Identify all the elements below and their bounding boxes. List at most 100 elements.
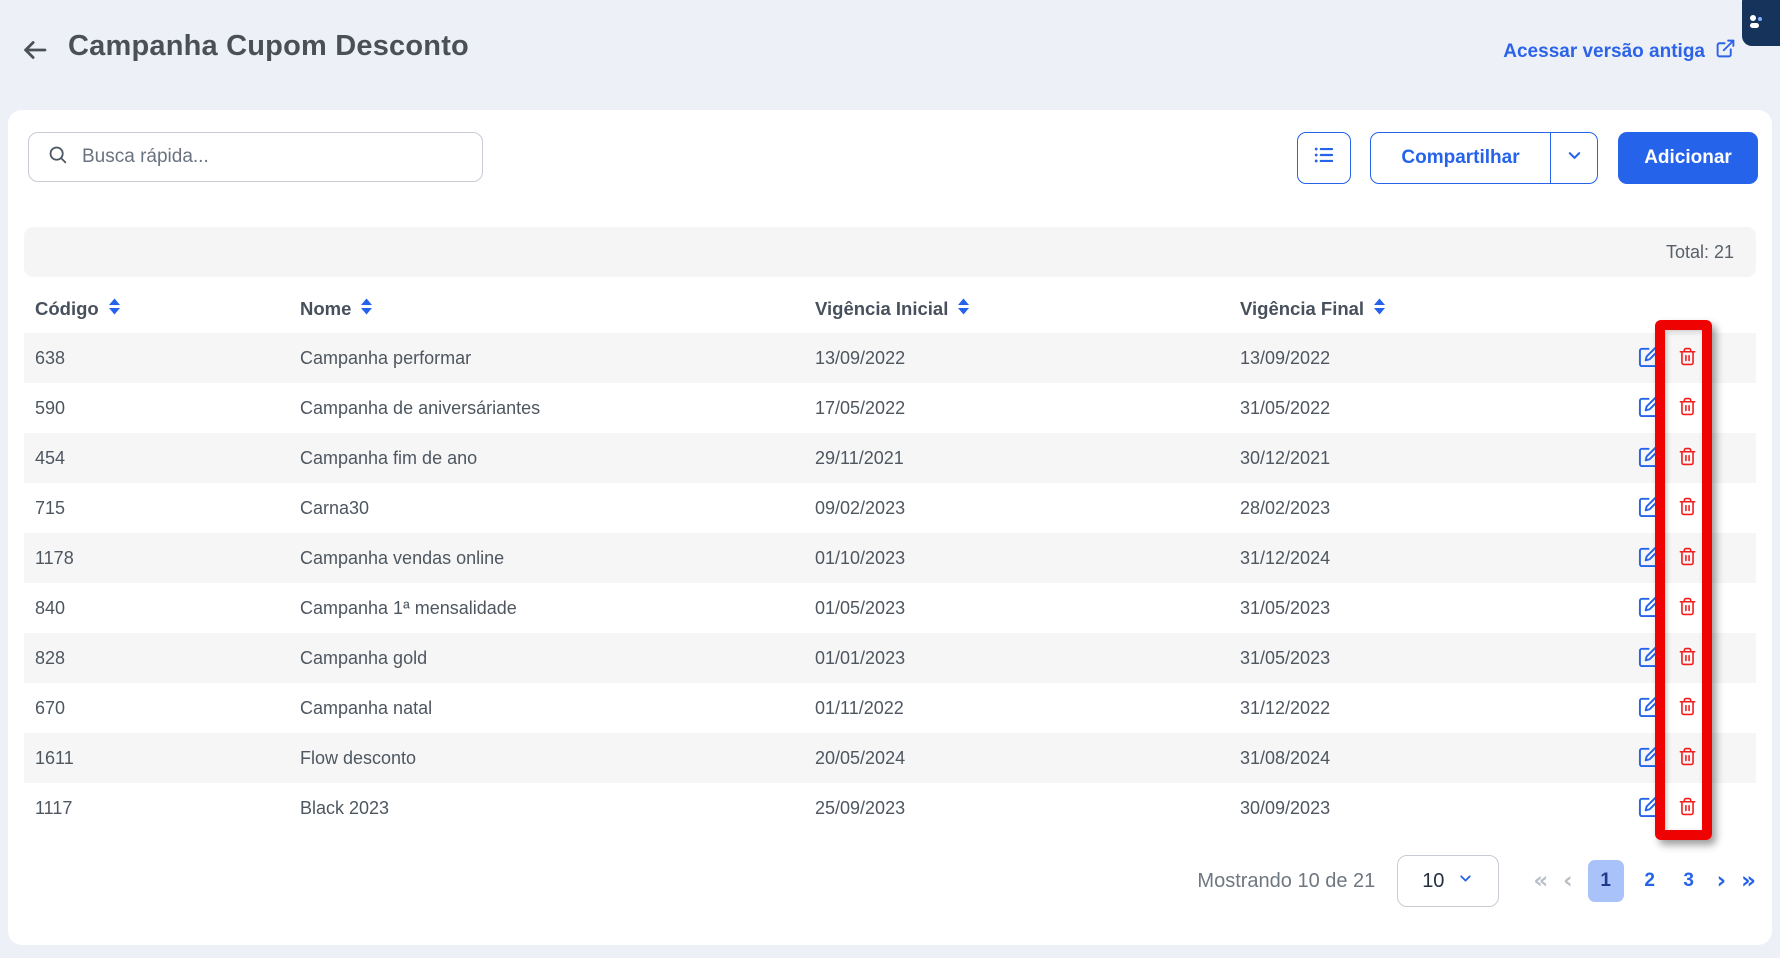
edit-button[interactable] (1638, 445, 1661, 471)
last-page-button[interactable]: » (1741, 870, 1756, 893)
edit-button[interactable] (1638, 795, 1661, 821)
pagination-page[interactable]: 1 (1588, 860, 1624, 902)
prev-page-button[interactable]: ‹ (1563, 870, 1572, 893)
next-page-button[interactable]: › (1717, 870, 1726, 893)
cell-codigo: 590 (35, 398, 300, 419)
cell-vigencia-inicial: 01/05/2023 (815, 598, 1240, 619)
trash-icon (1678, 496, 1697, 520)
trash-icon (1678, 796, 1697, 820)
edit-icon (1638, 395, 1661, 421)
page-size-select[interactable]: 10 (1397, 855, 1499, 907)
trash-icon (1678, 396, 1697, 420)
table-row: 670 Campanha natal 01/11/2022 31/12/2022 (24, 683, 1756, 733)
pagination-page[interactable]: 2 (1637, 860, 1663, 902)
trash-icon (1678, 346, 1697, 370)
cell-codigo: 715 (35, 498, 300, 519)
cell-vigencia-inicial: 13/09/2022 (815, 348, 1240, 369)
cell-vigencia-final: 30/09/2023 (1240, 798, 1638, 819)
trash-icon (1678, 446, 1697, 470)
table-row: 590 Campanha de aniversáriantes 17/05/20… (24, 383, 1756, 433)
sort-icon (108, 298, 121, 320)
edit-button[interactable] (1638, 345, 1661, 371)
edit-button[interactable] (1638, 695, 1661, 721)
column-header-nome[interactable]: Nome (300, 298, 373, 320)
pagination-page[interactable]: 3 (1676, 860, 1702, 902)
delete-button[interactable] (1678, 596, 1697, 620)
edit-button[interactable] (1638, 395, 1661, 421)
edit-icon (1638, 795, 1661, 821)
cell-codigo: 670 (35, 698, 300, 719)
cell-vigencia-final: 31/12/2022 (1240, 698, 1638, 719)
cell-vigencia-inicial: 01/01/2023 (815, 648, 1240, 669)
cell-codigo: 828 (35, 648, 300, 669)
arrow-left-icon (20, 35, 50, 68)
widget-icon (1748, 13, 1764, 36)
table-row: 1117 Black 2023 25/09/2023 30/09/2023 (24, 783, 1756, 833)
column-header-codigo[interactable]: Código (35, 298, 121, 320)
showing-label: Mostrando 10 de 21 (1197, 870, 1375, 893)
total-count: Total: 21 (1666, 242, 1734, 263)
first-page-button[interactable]: « (1533, 870, 1548, 893)
column-header-vigencia-final[interactable]: Vigência Final (1240, 298, 1386, 320)
column-header-vigencia-inicial[interactable]: Vigência Inicial (815, 298, 970, 320)
table-row: 715 Carna30 09/02/2023 28/02/2023 (24, 483, 1756, 533)
edit-button[interactable] (1638, 595, 1661, 621)
sort-icon (360, 298, 373, 320)
trash-icon (1678, 546, 1697, 570)
share-dropdown-button[interactable] (1551, 133, 1597, 183)
delete-button[interactable] (1678, 746, 1697, 770)
page-title: Campanha Cupom Desconto (68, 30, 469, 63)
cell-vigencia-final: 31/12/2024 (1240, 548, 1638, 569)
cell-nome: Black 2023 (300, 798, 815, 819)
chevron-down-icon (1565, 146, 1584, 171)
table-row: 1611 Flow desconto 20/05/2024 31/08/2024 (24, 733, 1756, 783)
edit-button[interactable] (1638, 545, 1661, 571)
edit-button[interactable] (1638, 495, 1661, 521)
edit-icon (1638, 595, 1661, 621)
cell-nome: Campanha gold (300, 648, 815, 669)
cell-vigencia-inicial: 25/09/2023 (815, 798, 1240, 819)
search-input[interactable] (82, 146, 464, 168)
cell-nome: Flow desconto (300, 748, 815, 769)
edit-button[interactable] (1638, 745, 1661, 771)
delete-button[interactable] (1678, 696, 1697, 720)
edit-icon (1638, 645, 1661, 671)
table-row: 638 Campanha performar 13/09/2022 13/09/… (24, 333, 1756, 383)
edit-icon (1638, 495, 1661, 521)
corner-widget[interactable] (1742, 0, 1780, 46)
add-button[interactable]: Adicionar (1618, 132, 1758, 184)
delete-button[interactable] (1678, 796, 1697, 820)
trash-icon (1678, 746, 1697, 770)
legacy-version-link[interactable]: Acessar versão antiga (1503, 38, 1736, 65)
cell-codigo: 454 (35, 448, 300, 469)
delete-button[interactable] (1678, 546, 1697, 570)
delete-button[interactable] (1678, 446, 1697, 470)
delete-button[interactable] (1678, 396, 1697, 420)
chevron-down-icon (1457, 870, 1474, 893)
edit-icon (1638, 745, 1661, 771)
trash-icon (1678, 646, 1697, 670)
cell-nome: Campanha 1ª mensalidade (300, 598, 815, 619)
list-view-button[interactable] (1297, 132, 1351, 184)
delete-button[interactable] (1678, 646, 1697, 670)
cell-vigencia-final: 28/02/2023 (1240, 498, 1638, 519)
back-button[interactable] (16, 32, 54, 70)
delete-button[interactable] (1678, 346, 1697, 370)
delete-button[interactable] (1678, 496, 1697, 520)
table-row: 840 Campanha 1ª mensalidade 01/05/2023 3… (24, 583, 1756, 633)
cell-vigencia-inicial: 01/10/2023 (815, 548, 1240, 569)
sort-icon (1373, 298, 1386, 320)
edit-icon (1638, 695, 1661, 721)
share-button[interactable]: Compartilhar (1371, 133, 1551, 183)
cell-vigencia-final: 31/05/2023 (1240, 648, 1638, 669)
edit-button[interactable] (1638, 645, 1661, 671)
cell-nome: Campanha natal (300, 698, 815, 719)
cell-vigencia-inicial: 20/05/2024 (815, 748, 1240, 769)
cell-codigo: 840 (35, 598, 300, 619)
cell-vigencia-inicial: 29/11/2021 (815, 448, 1240, 469)
share-split-button: Compartilhar (1370, 132, 1598, 184)
share-button-label: Compartilhar (1401, 147, 1519, 169)
content-card: Compartilhar Adicionar Total: 21 Código … (8, 110, 1772, 945)
table-row: 828 Campanha gold 01/01/2023 31/05/2023 (24, 633, 1756, 683)
cell-codigo: 638 (35, 348, 300, 369)
